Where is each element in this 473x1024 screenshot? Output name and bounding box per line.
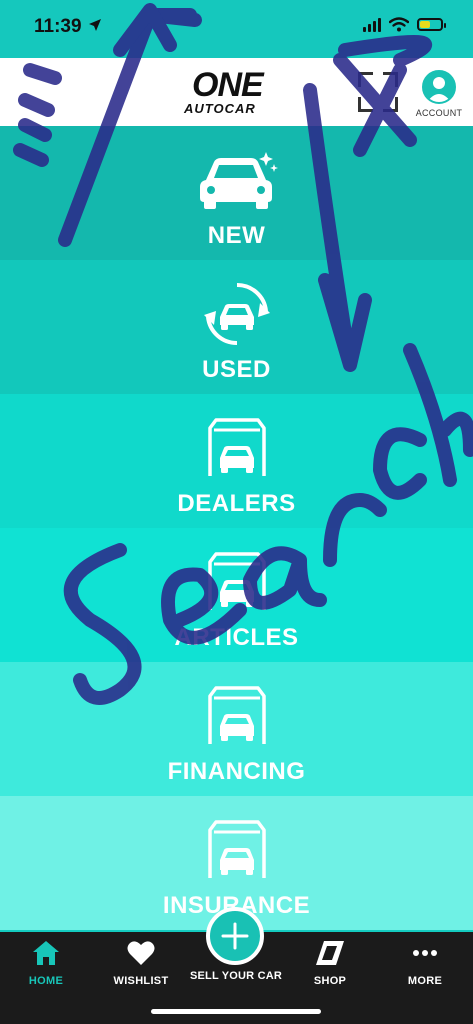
location-arrow-icon: [89, 19, 101, 31]
nav-home[interactable]: HOME: [1, 940, 91, 987]
nav-more[interactable]: MORE: [380, 940, 470, 987]
sell-your-car-button[interactable]: [206, 907, 264, 965]
nav-shop-label: SHOP: [313, 975, 347, 987]
menu-item-dealers[interactable]: DEALERS: [0, 394, 473, 528]
garage-car-icon: [207, 418, 266, 476]
status-bar: 11:39: [0, 0, 473, 58]
battery-icon: [417, 17, 446, 31]
scan-button[interactable]: [358, 72, 398, 112]
logo-text-one: ONE: [192, 66, 264, 104]
cellular-signal-icon: [363, 16, 381, 32]
account-button[interactable]: ACCOUNT: [414, 70, 464, 118]
shop-icon: [316, 941, 344, 965]
garage-car-icon: [207, 686, 266, 744]
heart-icon: [127, 941, 155, 965]
car-sparkle-icon: [199, 152, 278, 209]
status-time: 11:39: [34, 16, 82, 37]
account-label: ACCOUNT: [415, 108, 463, 118]
avatar-icon: [422, 70, 456, 104]
menu-item-articles[interactable]: ARTICLES: [0, 528, 473, 662]
status-indicators: [363, 16, 446, 32]
menu-item-financing[interactable]: FINANCING: [0, 662, 473, 796]
more-dots-icon: [413, 950, 437, 956]
menu-label-dealers: DEALERS: [177, 490, 296, 517]
garage-car-icon: [207, 820, 266, 878]
menu-label-new: NEW: [207, 222, 266, 249]
car-cycle-icon: [203, 282, 270, 346]
home-indicator[interactable]: [151, 1009, 321, 1014]
menu-item-new[interactable]: NEW: [0, 126, 473, 260]
menu-label-used: USED: [202, 356, 271, 383]
main-menu: NEW USED DEALERS ARTICLES FINANCING INSU…: [0, 126, 473, 930]
garage-car-icon: [207, 552, 266, 610]
scan-frame-icon: [358, 72, 373, 87]
logo-text-autocar: AUTOCAR: [184, 101, 256, 116]
nav-wishlist-label: WISHLIST: [113, 975, 169, 987]
wifi-icon: [389, 16, 409, 31]
menu-item-used[interactable]: USED: [0, 260, 473, 394]
nav-wishlist[interactable]: WISHLIST: [96, 940, 186, 987]
menu-label-financing: FINANCING: [167, 758, 306, 785]
nav-shop[interactable]: SHOP: [285, 940, 375, 987]
nav-more-label: MORE: [407, 975, 443, 987]
sell-your-car-label: SELL YOUR CAR: [189, 970, 283, 982]
plus-icon: [221, 922, 249, 950]
menu-label-articles: ARTICLES: [174, 624, 299, 651]
home-icon: [33, 941, 59, 965]
app-header: ONE AUTOCAR ACCOUNT: [0, 58, 473, 126]
nav-home-label: HOME: [28, 975, 64, 987]
one-autocar-logo[interactable]: ONE AUTOCAR: [175, 66, 298, 118]
